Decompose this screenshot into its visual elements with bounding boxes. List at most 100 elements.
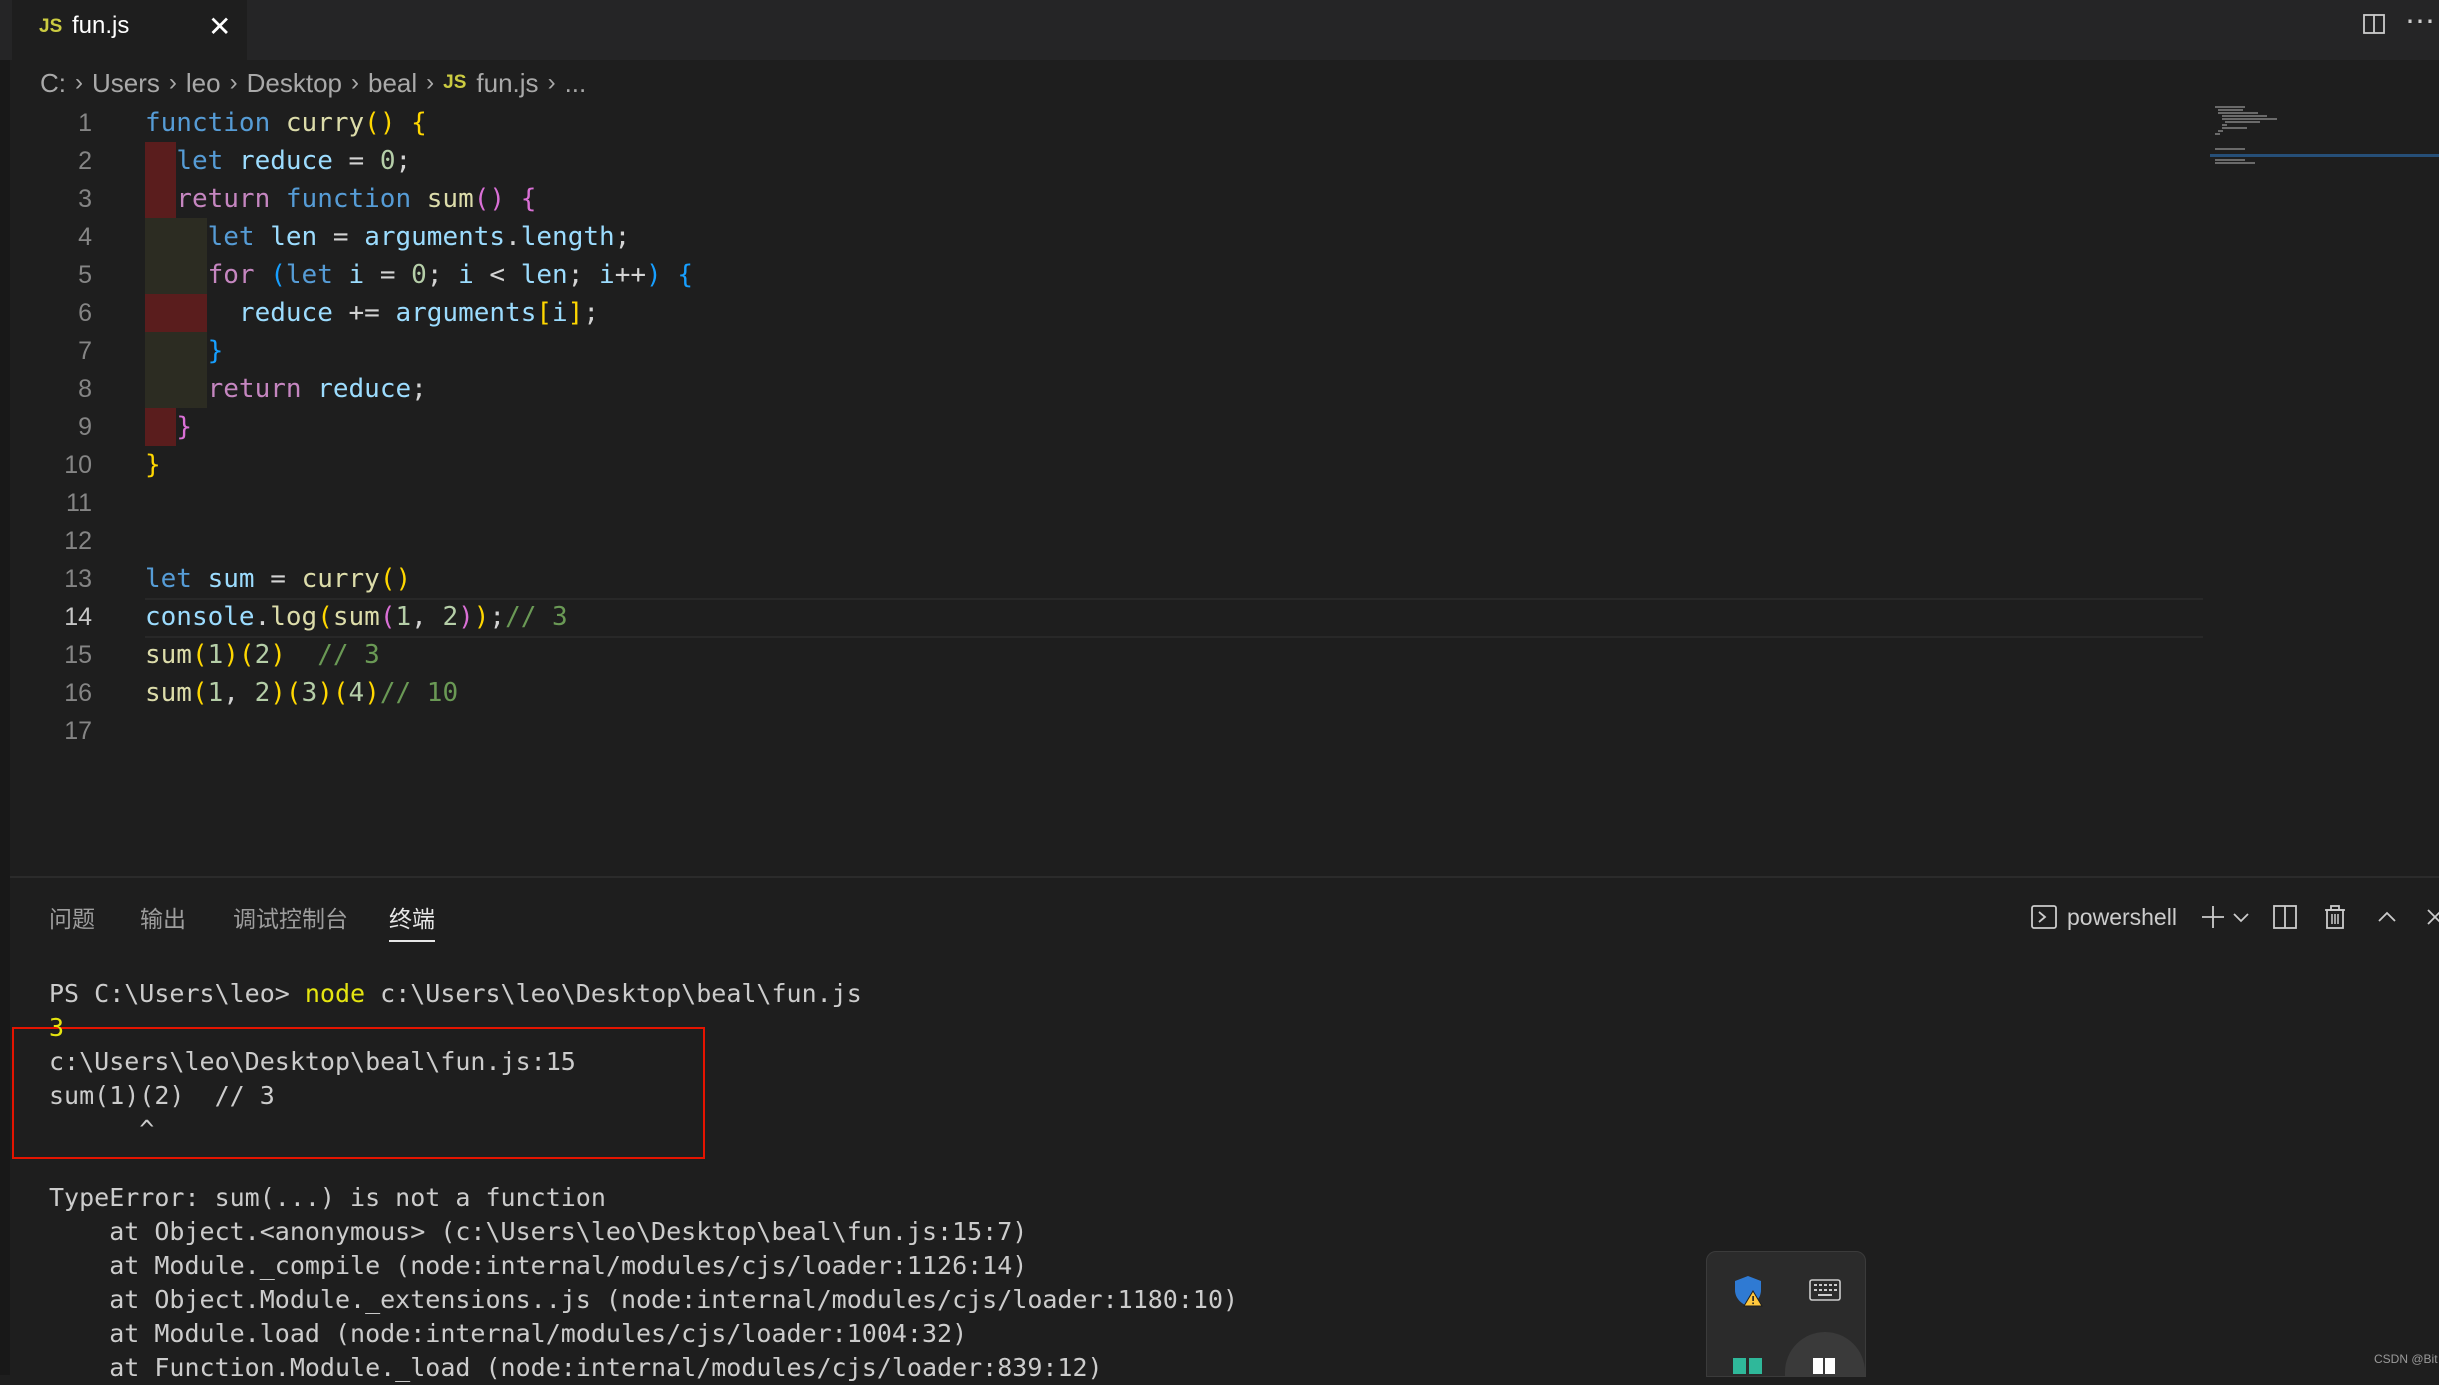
line-number: 13	[64, 565, 92, 593]
stack-line: at Object.Module._extensions..js (node:i…	[49, 1285, 1239, 1314]
command-args: c:\Users\leo\Desktop\beal\fun.js	[365, 979, 862, 1008]
tab-debug-console[interactable]: 调试控制台	[233, 900, 348, 934]
chevron-right-icon: ›	[229, 69, 238, 96]
line-number: 7	[78, 337, 92, 365]
stack-line: at Module._compile (node:internal/module…	[49, 1251, 1028, 1280]
breadcrumb-file[interactable]: fun.js	[476, 68, 538, 99]
code-text: return function sum() {	[176, 184, 537, 214]
code-line: 10 }	[0, 446, 2205, 484]
code-line: 7 }	[0, 332, 2205, 370]
terminal-line: c:\Users\leo\Desktop\beal\fun.js:15	[49, 1047, 576, 1076]
line-number: 3	[78, 185, 92, 213]
line-number: 11	[66, 489, 92, 517]
chevron-right-icon: ›	[75, 69, 83, 96]
code-text: let reduce = 0;	[176, 146, 412, 176]
code-text: }	[176, 412, 192, 442]
breadcrumb-item[interactable]: leo	[186, 68, 221, 99]
code-text: }	[145, 450, 161, 480]
code-line: 12	[0, 522, 2205, 560]
code-line: 3 return function sum() {	[0, 180, 2205, 218]
code-text: function curry() {	[145, 108, 427, 138]
code-line-active: 14 console.log(sum(1, 2));// 3	[0, 598, 2205, 638]
chevron-up-icon[interactable]	[2375, 905, 2399, 929]
code-text: }	[207, 336, 224, 366]
breadcrumb: C: › Users › leo › Desktop › beal › JS f…	[40, 66, 586, 100]
code-line: 11	[0, 484, 2205, 522]
tab-label: fun.js	[72, 12, 130, 39]
line-number: 8	[78, 375, 92, 403]
more-actions-icon[interactable]: ⋯	[2405, 4, 2436, 39]
command-word: node	[304, 979, 366, 1008]
watermark: CSDN @Bit	[2374, 1352, 2438, 1366]
breadcrumb-item[interactable]: Users	[92, 68, 160, 99]
terminal-icon	[2031, 905, 2057, 929]
tab-output[interactable]: 输出	[140, 900, 186, 934]
line-number: 9	[78, 413, 92, 441]
code-line: 6 reduce += arguments[i];	[0, 294, 2205, 332]
code-text: reduce += arguments[i];	[238, 298, 599, 328]
split-editor-icon[interactable]	[2362, 12, 2386, 36]
code-text: sum(1, 2)(3)(4)// 10	[145, 678, 459, 708]
chevron-right-icon: ›	[547, 69, 556, 96]
new-terminal-icon[interactable]	[2199, 903, 2227, 931]
split-terminal-icon[interactable]	[2271, 903, 2299, 931]
code-line: 5 for (let i = 0; i < len; i++) {	[0, 256, 2205, 294]
stack-line: at Module.load (node:internal/modules/cj…	[49, 1319, 968, 1348]
code-line: 1 function curry() {	[0, 104, 2205, 142]
breadcrumb-item[interactable]: Desktop	[247, 68, 342, 99]
tab-fun-js[interactable]: JS fun.js ✕	[12, 0, 247, 60]
shield-warning-icon[interactable]	[1731, 1274, 1765, 1308]
terminal-line: ^	[49, 1115, 155, 1144]
line-number: 5	[78, 261, 92, 289]
line-number: 1	[78, 109, 92, 137]
tab-terminal[interactable]: 终端	[389, 900, 435, 942]
line-number: 14	[64, 603, 92, 631]
keyboard-icon[interactable]	[1809, 1278, 1841, 1302]
trash-icon[interactable]	[2321, 903, 2349, 931]
error-message: TypeError: sum(...) is not a function	[49, 1183, 606, 1212]
code-line: 13 let sum = curry()	[0, 560, 2205, 598]
code-line: 2 let reduce = 0;	[0, 142, 2205, 180]
app-tray-icon[interactable]	[1731, 1354, 1765, 1374]
code-editor[interactable]: 1 function curry() { 2 let reduce = 0; 3…	[0, 104, 2439, 874]
line-number: 6	[78, 299, 92, 327]
minimap[interactable]	[2210, 104, 2439, 174]
prompt: PS C:\Users\leo>	[49, 979, 305, 1008]
line-number: 4	[78, 223, 92, 251]
terminal-output[interactable]: PS C:\Users\leo> node c:\Users\leo\Deskt…	[49, 977, 1238, 1385]
breadcrumb-item[interactable]: C:	[40, 68, 66, 99]
panel-actions: powershell	[2030, 900, 2439, 934]
windows-start-icon[interactable]	[1813, 1358, 1835, 1374]
stack-line: at Object.<anonymous> (c:\Users\leo\Desk…	[49, 1217, 1028, 1246]
system-tray-popup	[1706, 1251, 1866, 1377]
line-number: 12	[64, 527, 92, 555]
code-text: return reduce;	[207, 374, 427, 404]
line-number: 15	[64, 641, 92, 669]
code-line: 9 }	[0, 408, 2205, 446]
output-value: 3	[49, 1013, 65, 1042]
code-line: 8 return reduce;	[0, 370, 2205, 408]
bottom-panel: 问题 输出 调试控制台 终端 powershell PS C:\Users\le…	[10, 876, 2439, 1382]
tab-bar: JS fun.js ✕ ⋯	[0, 0, 2439, 60]
code-line: 17	[0, 712, 2205, 750]
code-line: 16 sum(1, 2)(3)(4)// 10	[0, 674, 2205, 712]
js-file-icon: JS	[443, 72, 467, 93]
breadcrumb-tail[interactable]: ...	[565, 68, 587, 99]
code-text: let sum = curry()	[145, 564, 412, 594]
line-number: 16	[64, 679, 92, 707]
close-icon[interactable]: ✕	[208, 10, 231, 43]
code-line: 4 let len = arguments.length;	[0, 218, 2205, 256]
terminal-line: sum(1)(2) // 3	[49, 1081, 275, 1110]
code-text: let len = arguments.length;	[207, 222, 631, 252]
chevron-right-icon: ›	[168, 69, 177, 96]
line-number: 17	[64, 717, 92, 745]
breadcrumb-item[interactable]: beal	[368, 68, 417, 99]
tab-problems[interactable]: 问题	[49, 900, 95, 934]
line-number: 2	[78, 147, 92, 175]
chevron-right-icon: ›	[426, 69, 435, 96]
close-panel-icon[interactable]	[2423, 905, 2439, 929]
chevron-down-icon[interactable]	[2231, 907, 2251, 927]
code-text: for (let i = 0; i < len; i++) {	[207, 260, 693, 290]
shell-name[interactable]: powershell	[2067, 904, 2177, 931]
chevron-right-icon: ›	[351, 69, 359, 96]
